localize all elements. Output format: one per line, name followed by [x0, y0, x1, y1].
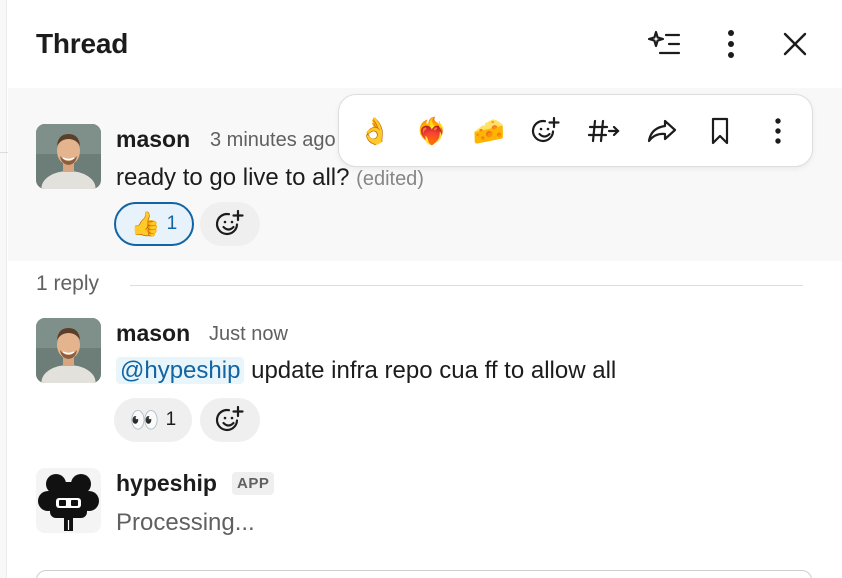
- thread-panel: Thread mason 3 minutes ago ready to go l…: [8, 0, 842, 578]
- add-reaction-icon: [531, 116, 560, 143]
- message-body: update infra repo cua ff to allow all: [251, 357, 617, 384]
- more-vertical-icon: [728, 30, 734, 58]
- bot-status-text: Processing...: [116, 509, 255, 536]
- add-reaction-button[interactable]: [200, 202, 260, 246]
- quick-react-cheese[interactable]: 🧀: [467, 109, 511, 153]
- more-actions-button[interactable]: [756, 109, 800, 153]
- reply-count: 1 reply: [36, 272, 100, 295]
- reaction-count: 1: [166, 213, 178, 234]
- share-icon: [647, 119, 677, 143]
- quick-react-ok-hand[interactable]: 👌: [353, 109, 397, 153]
- edited-label: (edited): [356, 168, 424, 190]
- message-body: ready to go live to all?: [116, 164, 350, 191]
- reply-composer[interactable]: [36, 570, 812, 578]
- share-message-button[interactable]: [640, 109, 684, 153]
- eyes-emoji: 👀: [129, 406, 160, 434]
- add-reaction-icon: [215, 405, 244, 432]
- reaction-eyes[interactable]: 👀 1: [114, 398, 192, 442]
- sparkle-list-icon: [647, 30, 681, 55]
- close-icon: [783, 32, 807, 56]
- pane-divider-mark: [0, 152, 8, 153]
- channel-forward-icon: [588, 119, 620, 143]
- add-reaction-icon: [215, 209, 244, 236]
- message-text: @hypeship update infra repo cua ff to al…: [116, 357, 616, 385]
- close-thread-button[interactable]: [777, 26, 813, 62]
- add-reaction-button[interactable]: [200, 398, 260, 442]
- message-timestamp[interactable]: Just now: [209, 323, 288, 346]
- bot-author[interactable]: hypeship: [116, 470, 217, 497]
- message-timestamp[interactable]: 3 minutes ago: [210, 129, 336, 152]
- message-text: ready to go live to all? (edited): [116, 164, 424, 192]
- app-badge: APP: [232, 472, 275, 495]
- avatar[interactable]: [36, 124, 101, 189]
- avatar[interactable]: [36, 318, 101, 383]
- page-title: Thread: [36, 28, 129, 59]
- bookmark-icon: [711, 117, 729, 145]
- thread-more-button[interactable]: [713, 26, 749, 62]
- adjacent-pane-edge: [0, 0, 7, 578]
- thumbs-up-emoji: 👍: [130, 210, 161, 238]
- quick-react-heart-on-fire[interactable]: ❤️‍🔥: [410, 109, 454, 153]
- toolbar-add-reaction-button[interactable]: [524, 109, 568, 153]
- thread-header: Thread: [8, 0, 842, 88]
- ai-summary-button[interactable]: [646, 26, 682, 62]
- reaction-count: 1: [165, 409, 177, 430]
- more-actions-icon: [775, 118, 781, 144]
- bot-avatar[interactable]: [36, 468, 101, 533]
- message-actions-toolbar: 👌 ❤️‍🔥 🧀: [338, 94, 813, 167]
- message-author[interactable]: mason: [116, 320, 190, 347]
- reply-divider: [130, 285, 803, 286]
- reaction-thumbs-up[interactable]: 👍 1: [114, 202, 194, 246]
- save-for-later-button[interactable]: [698, 109, 742, 153]
- user-mention[interactable]: @hypeship: [116, 357, 245, 384]
- forward-to-channel-button[interactable]: [582, 109, 626, 153]
- message-author[interactable]: mason: [116, 126, 190, 153]
